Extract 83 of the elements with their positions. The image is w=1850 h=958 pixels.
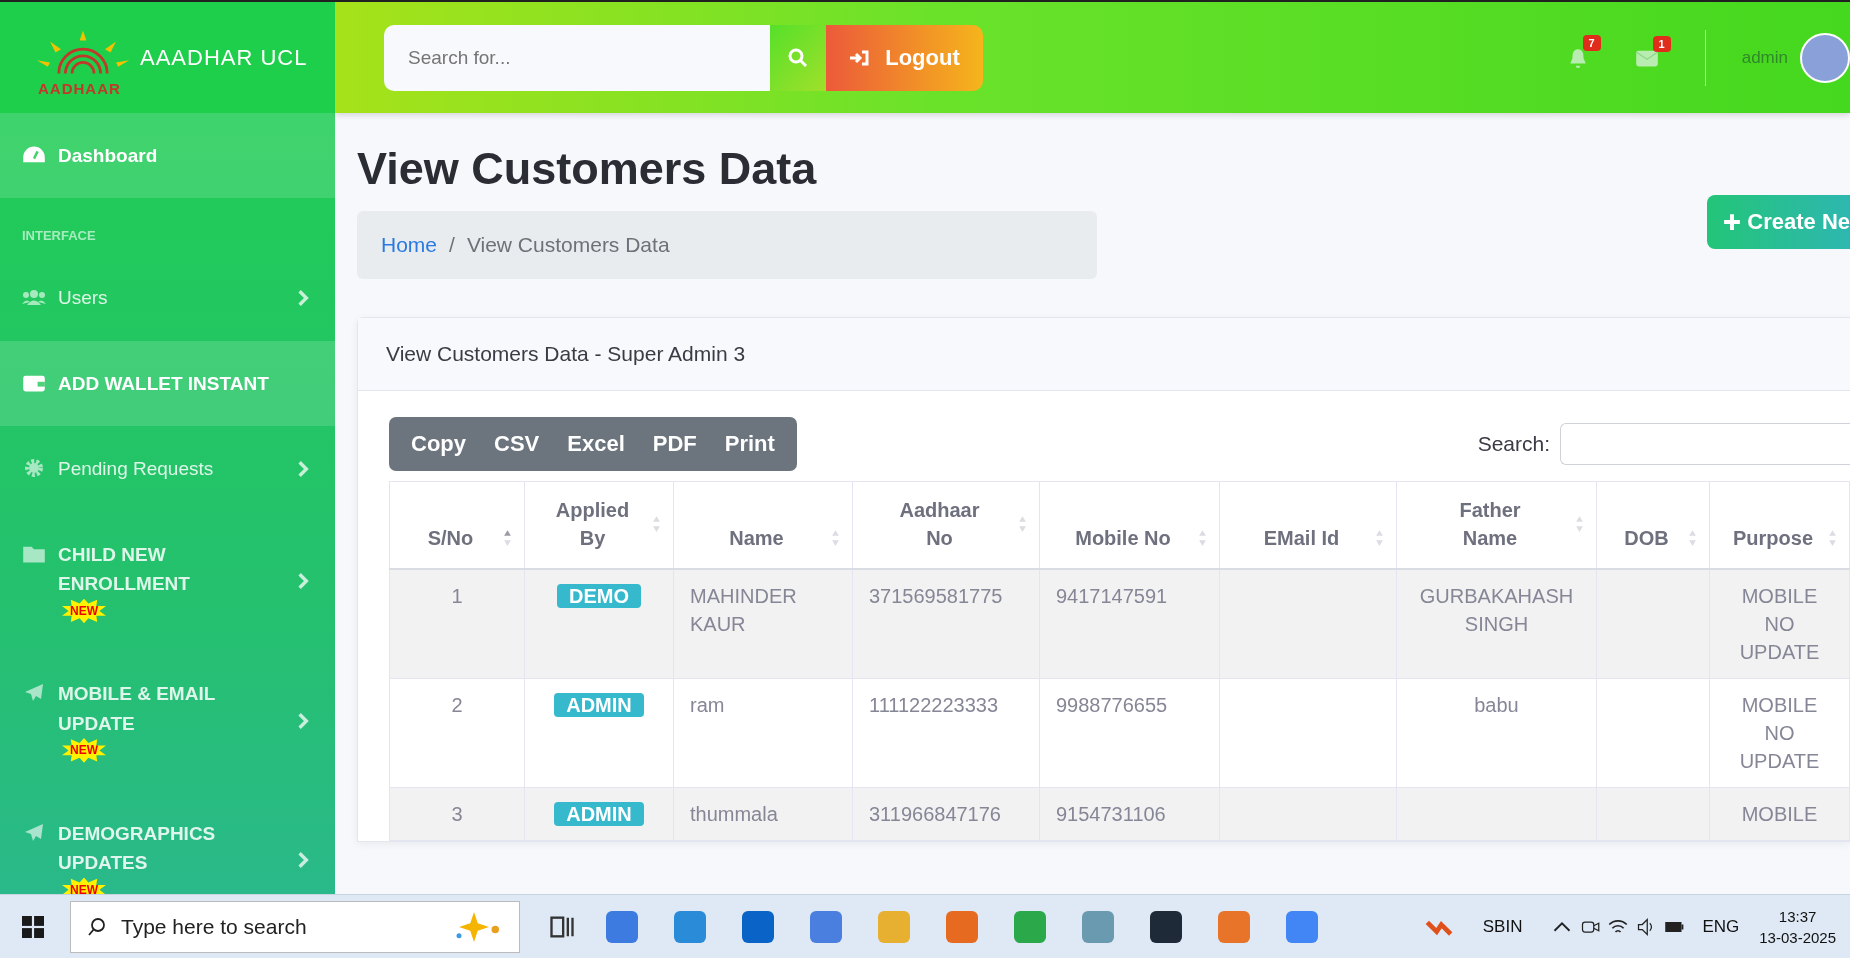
chevron-right-icon [297,572,309,591]
clock-date[interactable]: 13-03-2025 [1759,928,1836,946]
sidebar-label: Dashboard [58,144,158,168]
table-cell: MOBILE NO UPDATE [1709,678,1850,788]
table-cell: 9154731106 [1039,787,1220,841]
table-cell: 311966847176 [852,787,1040,841]
export-button[interactable]: Excel [553,417,639,471]
page-title: View Customers Data [357,143,818,195]
stock-ticker[interactable]: SBIN [1482,916,1523,937]
table-cell: ram [673,678,853,788]
sidebar-heading: INTERFACE [21,227,97,246]
taskbar-search-field[interactable]: Type here to search [70,900,520,953]
sort-icon [503,529,512,547]
chevron-right-icon [297,289,309,308]
breadcrumb-current: View Customers Data [466,233,670,256]
sort-icon [1688,529,1697,547]
table-search-field[interactable] [1560,423,1850,465]
clock-time[interactable]: 13:37 [1778,907,1817,925]
sidebar-item[interactable]: CHILD NEW ENROLLMENT NEW [0,511,335,652]
sidebar-label: MOBILE & EMAIL UPDATE [58,682,216,736]
table-cell: GURBAKAHASH SINGH [1396,569,1597,679]
new-badge: NEW [62,877,106,894]
table-cell: 1 [389,569,525,679]
search-icon [87,916,107,937]
message-count-badge: 1 [1652,35,1671,52]
sidebar-label: ADD WALLET INSTANT [58,371,269,396]
sort-icon [1375,529,1384,547]
table-cell: MAHINDER KAUR [673,569,853,679]
table-cell: 9988776655 [1039,678,1220,788]
language-indicator[interactable]: ENG [1702,916,1740,937]
windows-start-icon[interactable] [22,915,44,938]
sidebar-label: DEMOGRAPHICS UPDATES [58,821,217,876]
new-badge: NEW [62,738,106,763]
table-cell: 111122223333 [852,678,1040,788]
gauge-icon [22,145,46,165]
sidebar-item[interactable]: MOBILE & EMAIL UPDATE NEW [0,651,335,791]
search-icon [788,47,808,68]
table-cell: 9417147591 [1039,569,1220,679]
sidebar-label: CHILD NEW ENROLLMENT [58,542,191,597]
create-new-button[interactable]: Create Ne [1707,195,1850,249]
table-cell: 3 [389,787,525,841]
table-cell: MOBILE [1709,787,1850,841]
chevron-right-icon [297,711,309,730]
table-cell: MOBILE NO UPDATE [1709,569,1850,679]
breadcrumb-link[interactable]: Home [381,233,438,256]
search-field[interactable]: Search for... [384,24,770,91]
export-button[interactable]: Print [710,417,789,471]
alert-count-badge: 7 [1582,34,1601,51]
search-label: Search: [1477,432,1550,456]
sidebar-label: Users [58,286,108,311]
user-name[interactable]: admin [1741,47,1788,68]
applied-by-badge: DEMO [557,584,641,608]
app-icon[interactable] [1150,910,1182,943]
sort-icon [831,529,840,547]
table-cell: 371569581775 [852,569,1040,679]
table-cell: thummala [673,787,853,841]
brand-name: AAADHAR UCL [140,44,308,71]
export-button[interactable]: PDF [638,417,711,471]
sort-icon [1198,529,1207,547]
card-title: View Customers Data - Super Admin 3 [386,342,746,365]
users-icon [22,287,46,308]
avatar[interactable] [1800,32,1850,83]
sort-icon [1018,515,1027,533]
table-cell: babu [1396,678,1597,788]
sort-icon [652,515,661,533]
breadcrumb-separator: / [449,233,455,256]
sign-out-icon [849,49,870,66]
table-cell: 2 [389,678,525,788]
sort-icon [1575,515,1584,533]
logo-text: AADHAAR [38,80,121,97]
gear-icon [22,458,46,479]
search-button[interactable] [770,24,826,91]
plus-icon [1723,213,1742,231]
sidebar-label: Pending Requests [58,457,214,482]
applied-by-badge: ADMIN [554,693,644,717]
chevron-right-icon [297,460,309,479]
sort-icon [1828,529,1837,547]
applied-by-badge: ADMIN [554,802,644,826]
new-badge: NEW [62,598,106,624]
chevron-right-icon [297,851,309,870]
export-button[interactable]: CSV [480,417,554,471]
export-button[interactable]: Copy [397,417,480,471]
logout-button[interactable]: Logout [826,24,983,91]
